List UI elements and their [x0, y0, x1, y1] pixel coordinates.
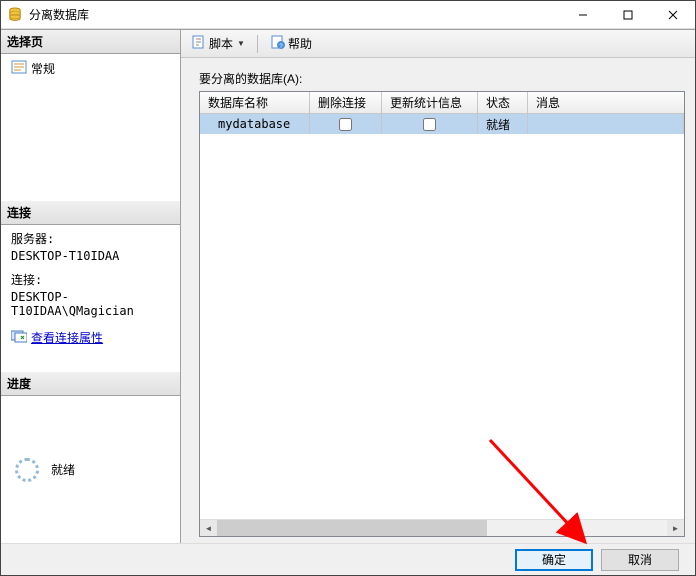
server-value: DESKTOP-T10IDAA — [11, 248, 174, 264]
cell-drop — [310, 114, 382, 134]
update-statistics-checkbox[interactable] — [423, 118, 436, 131]
progress-status: 就绪 — [51, 461, 75, 478]
toolbar-script-label: 脚本 — [209, 35, 233, 52]
scrollbar-thumb[interactable] — [217, 520, 487, 537]
horizontal-scrollbar[interactable]: ◄ ► — [200, 519, 684, 536]
cell-status: 就绪 — [478, 114, 528, 134]
window-title: 分离数据库 — [29, 6, 89, 23]
scroll-left-button[interactable]: ◄ — [200, 520, 217, 537]
column-header-update[interactable]: 更新统计信息 — [382, 92, 478, 113]
help-icon: ? — [270, 34, 286, 53]
server-label: 服务器: — [11, 229, 174, 248]
cancel-button[interactable]: 取消 — [601, 549, 679, 571]
progress-spinner-icon — [15, 458, 39, 482]
select-page-header: 选择页 — [1, 30, 180, 54]
close-button[interactable] — [650, 1, 695, 28]
databases-grid: 数据库名称 删除连接 更新统计信息 状态 消息 mydatabase — [199, 91, 685, 537]
sidebar: 选择页 常规 连接 服务器: DESKT — [1, 30, 181, 543]
footer: 确定 取消 — [1, 543, 695, 575]
column-header-message[interactable]: 消息 — [528, 92, 684, 113]
chevron-down-icon: ▼ — [237, 39, 245, 48]
cell-name: mydatabase — [200, 114, 310, 134]
sidebar-item-label: 常规 — [31, 60, 55, 77]
script-icon — [191, 34, 207, 53]
help-button[interactable]: ? 帮助 — [266, 32, 316, 55]
connection-props-icon — [11, 329, 27, 346]
maximize-button[interactable] — [605, 1, 650, 28]
cell-message — [528, 114, 684, 134]
connection-header: 连接 — [1, 201, 180, 225]
connection-value: DESKTOP-T10IDAA\QMagician — [11, 289, 174, 319]
column-header-name[interactable]: 数据库名称 — [200, 92, 310, 113]
drop-connections-checkbox[interactable] — [339, 118, 352, 131]
page-icon — [11, 60, 27, 77]
grid-row[interactable]: mydatabase 就绪 — [200, 114, 684, 134]
scroll-right-button[interactable]: ► — [667, 520, 684, 537]
toolbar-separator — [257, 35, 258, 53]
connection-label: 连接: — [11, 270, 174, 289]
script-dropdown[interactable]: 脚本 ▼ — [187, 32, 249, 55]
titlebar: 分离数据库 — [1, 1, 695, 29]
grid-header: 数据库名称 删除连接 更新统计信息 状态 消息 — [200, 92, 684, 114]
toolbar: 脚本 ▼ ? 帮助 — [181, 30, 695, 58]
ok-button[interactable]: 确定 — [515, 549, 593, 571]
minimize-button[interactable] — [560, 1, 605, 28]
main-panel: 脚本 ▼ ? 帮助 要分离的数据库(A): — [181, 30, 695, 543]
database-icon — [7, 7, 23, 23]
cell-update — [382, 114, 478, 134]
toolbar-help-label: 帮助 — [288, 35, 312, 52]
progress-header: 进度 — [1, 372, 180, 396]
column-header-status[interactable]: 状态 — [478, 92, 528, 113]
view-connection-props[interactable]: 查看连接属性 — [11, 327, 174, 348]
column-header-drop[interactable]: 删除连接 — [310, 92, 382, 113]
table-label: 要分离的数据库(A): — [199, 70, 685, 87]
view-connection-props-link[interactable]: 查看连接属性 — [31, 329, 103, 346]
sidebar-item-general[interactable]: 常规 — [11, 58, 174, 79]
